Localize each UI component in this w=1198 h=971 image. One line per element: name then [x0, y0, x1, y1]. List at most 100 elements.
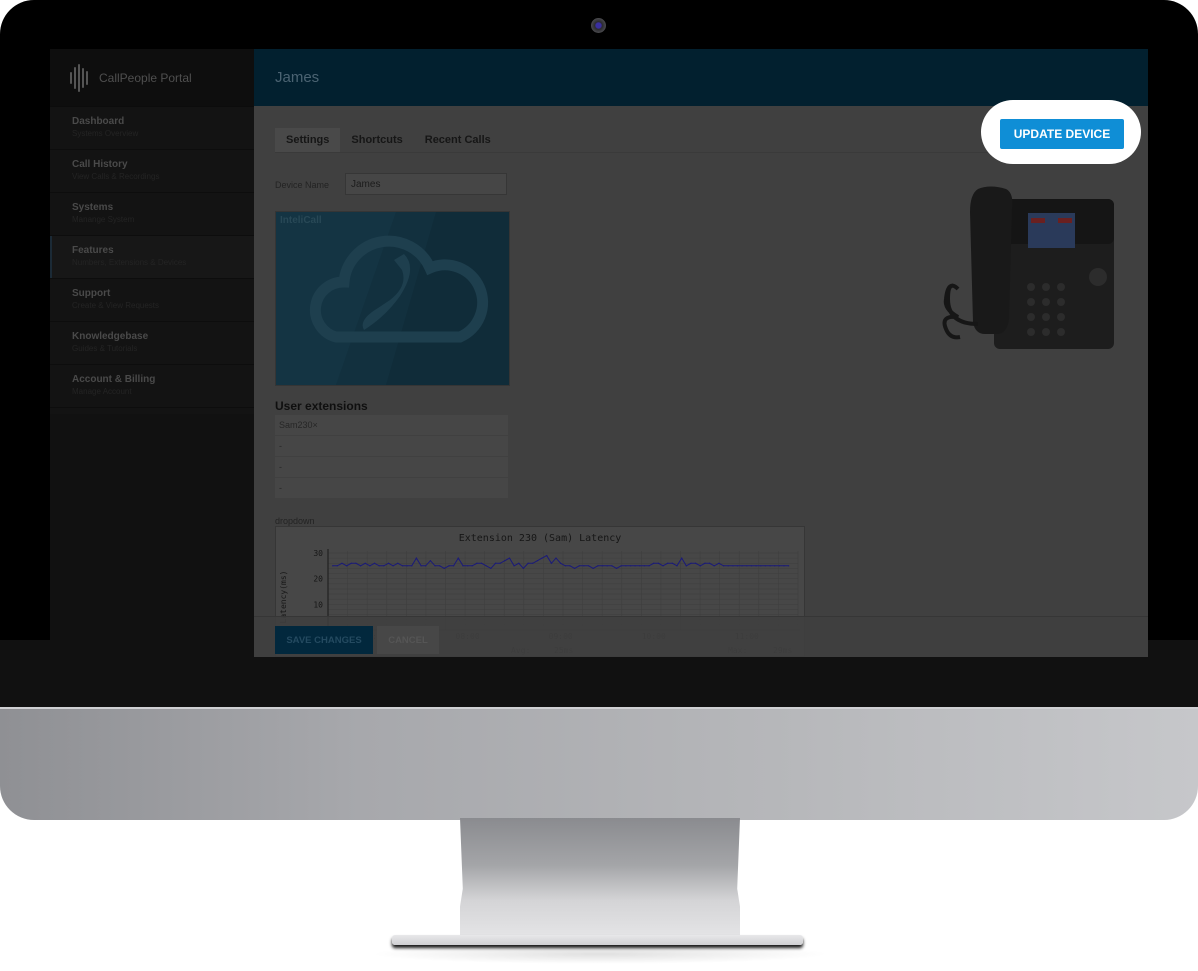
user-extensions-title: User extensions — [275, 399, 368, 413]
dropdown-label: dropdown — [275, 516, 315, 526]
soundwave-logo-icon — [70, 63, 88, 92]
latency-data-point — [699, 565, 701, 567]
monitor-frame: CallPeople Portal Dashboard Systems Overv… — [0, 0, 1198, 820]
latency-data-point — [634, 565, 636, 567]
sidebar-item-subtitle: Guides & Tutorials — [72, 344, 138, 353]
latency-data-point — [690, 562, 692, 564]
user-extensions-list: Sam230× - - - — [275, 415, 508, 499]
latency-data-point — [667, 562, 669, 564]
sidebar-item-systems[interactable]: Systems Manange System — [50, 193, 254, 236]
latency-data-point — [606, 565, 608, 567]
sidebar-item-support[interactable]: Support Create & View Requests — [50, 279, 254, 322]
extension-row[interactable]: Sam230× — [275, 415, 508, 435]
latency-data-point — [741, 565, 743, 567]
sidebar-empty — [50, 414, 254, 657]
latency-data-point — [713, 565, 715, 567]
latency-data-point — [532, 562, 534, 564]
monitor-chin — [0, 707, 1198, 820]
sidebar-item-title: Dashboard — [72, 116, 125, 127]
monitor-foot — [392, 935, 803, 945]
sidebar-item-call-history[interactable]: Call History View Calls & Recordings — [50, 150, 254, 193]
brand[interactable]: CallPeople Portal — [50, 49, 254, 107]
latency-data-point — [341, 562, 343, 564]
tab-bar: Settings Shortcuts Recent Calls — [275, 128, 502, 152]
latency-data-point — [620, 565, 622, 567]
latency-data-point — [769, 565, 771, 567]
y-tick-label: 30 — [313, 549, 323, 558]
latency-data-point — [708, 562, 711, 564]
latency-data-point — [671, 562, 673, 564]
latency-data-point — [681, 557, 683, 559]
sidebar-item-title: Features — [72, 245, 114, 256]
tab-settings[interactable]: Settings — [275, 128, 341, 152]
latency-data-point — [453, 565, 455, 567]
latency-data-point — [560, 562, 562, 564]
latency-data-point — [504, 560, 506, 562]
latency-data-point — [397, 562, 399, 564]
sidebar-item-account-billing[interactable]: Account & Billing Manage Account — [50, 365, 254, 408]
sidebar-item-knowledgebase[interactable]: Knowledgebase Guides & Tutorials — [50, 322, 254, 365]
latency-data-point — [597, 565, 599, 567]
latency-data-point — [369, 565, 371, 567]
sidebar-item-features[interactable]: Features Numbers, Extensions & Devices — [50, 236, 254, 279]
latency-data-point — [480, 562, 483, 564]
latency-data-point — [736, 565, 739, 567]
latency-data-point — [764, 565, 767, 567]
latency-data-point — [392, 565, 394, 567]
latency-data-point — [336, 565, 338, 567]
latency-data-point — [788, 565, 790, 567]
latency-data-point — [527, 562, 529, 564]
sidebar-item-dashboard[interactable]: Dashboard Systems Overview — [50, 107, 254, 150]
screen: CallPeople Portal Dashboard Systems Overv… — [50, 49, 1148, 657]
update-device-button[interactable]: UPDATE DEVICE — [1000, 119, 1124, 149]
latency-data-point — [615, 567, 618, 569]
latency-data-point — [750, 565, 753, 567]
latency-data-point — [564, 565, 566, 567]
latency-data-point — [653, 562, 655, 564]
latency-data-point — [587, 565, 590, 567]
latency-data-point — [518, 562, 520, 564]
extension-row[interactable]: - — [275, 436, 508, 456]
latency-data-point — [411, 565, 413, 567]
latency-data-point — [462, 565, 464, 567]
tab-recent-calls[interactable]: Recent Calls — [414, 128, 502, 152]
latency-data-point — [490, 567, 492, 569]
latency-data-point — [629, 565, 632, 567]
sidebar-item-title: Support — [72, 288, 111, 299]
extension-row[interactable]: - — [275, 478, 508, 498]
save-changes-button[interactable]: SAVE CHANGES — [275, 626, 373, 654]
latency-data-point — [760, 565, 762, 567]
latency-data-point — [355, 562, 357, 564]
latency-data-point — [499, 562, 501, 564]
latency-data-point — [657, 562, 659, 564]
sidebar-item-title: Systems — [72, 202, 114, 213]
tab-shortcuts[interactable]: Shortcuts — [340, 128, 413, 152]
monitor-stand — [460, 818, 740, 936]
device-name-input[interactable]: James — [345, 173, 507, 195]
latency-data-point — [783, 565, 785, 567]
latency-data-point — [378, 565, 380, 567]
extension-row[interactable]: - — [275, 457, 508, 477]
latency-data-point — [387, 562, 390, 564]
latency-data-point — [755, 565, 757, 567]
latency-data-point — [583, 565, 585, 567]
cancel-button[interactable]: CANCEL — [377, 626, 439, 654]
latency-data-point — [350, 562, 352, 564]
sidebar-item-title: Call History — [72, 159, 128, 170]
latency-data-point — [332, 565, 334, 567]
latency-data-point — [778, 565, 780, 567]
y-tick-label: 20 — [313, 575, 323, 584]
latency-data-point — [546, 554, 548, 557]
latency-series-line — [332, 554, 789, 570]
latency-data-point — [727, 565, 729, 567]
page-title: James — [275, 69, 320, 86]
latency-data-point — [522, 567, 525, 569]
camera-icon — [591, 18, 606, 33]
sidebar-item-title: Account & Billing — [72, 374, 156, 385]
latency-data-point — [601, 565, 604, 567]
sidebar-item-subtitle: Numbers, Extensions & Devices — [72, 258, 187, 267]
device-logo-image[interactable]: InteliCall — [275, 211, 510, 386]
latency-data-point — [448, 565, 450, 567]
latency-data-point — [420, 565, 422, 567]
latency-data-point — [569, 565, 571, 567]
